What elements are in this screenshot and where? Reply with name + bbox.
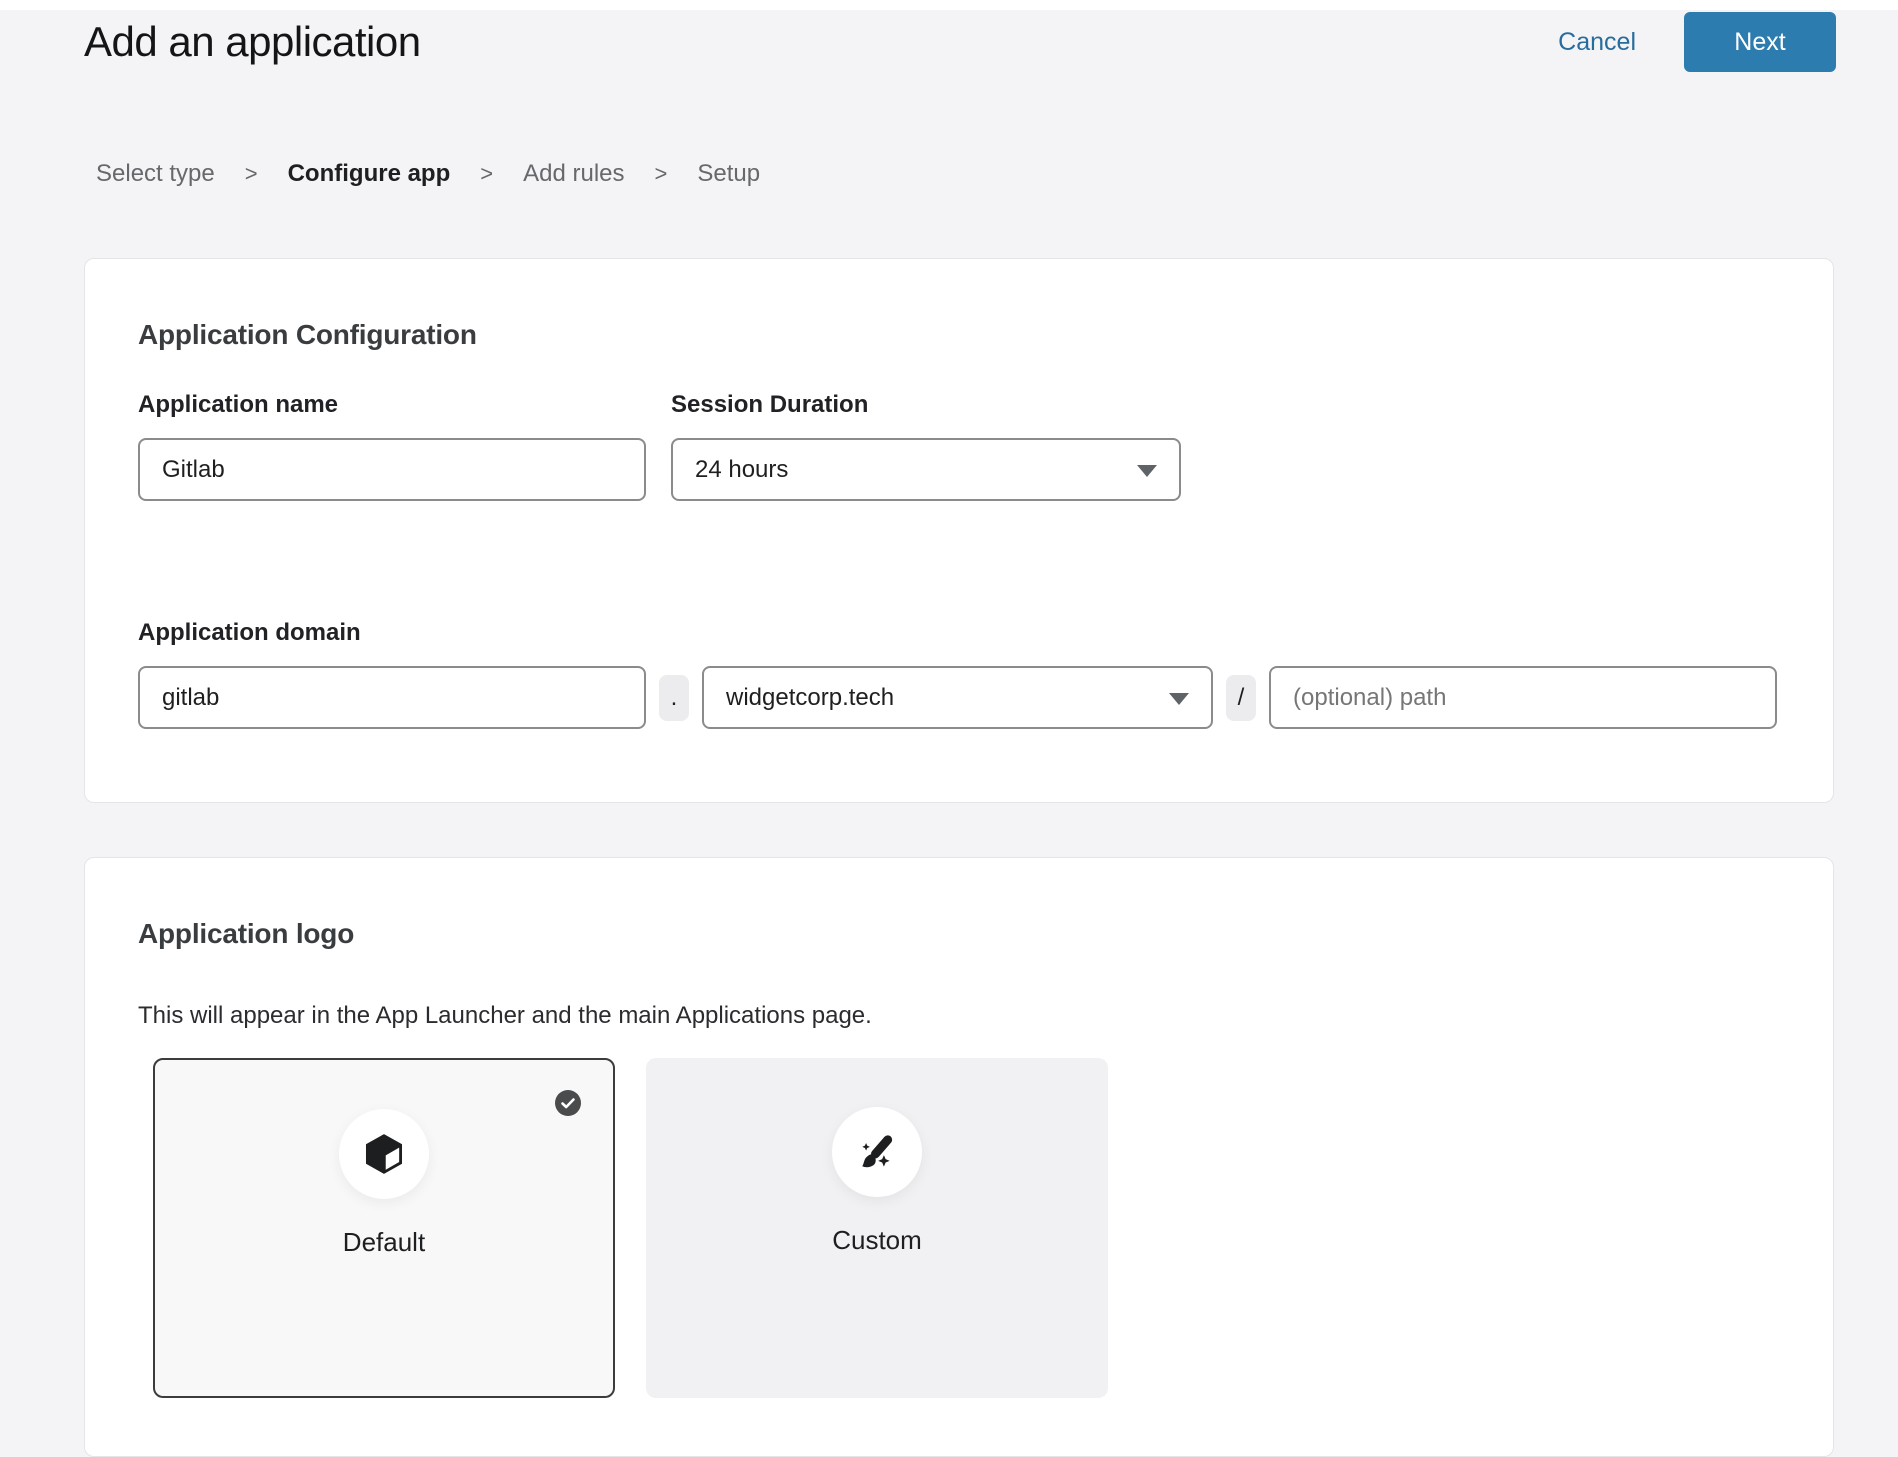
application-logo-heading: Application logo: [138, 918, 1780, 950]
breadcrumb-separator: >: [245, 161, 258, 187]
cancel-button[interactable]: Cancel: [1558, 28, 1636, 57]
paintbrush-icon: [854, 1129, 900, 1175]
session-duration-select[interactable]: 24 hours: [671, 438, 1181, 501]
logo-option-custom-label: Custom: [646, 1225, 1108, 1256]
application-configuration-card: Application Configuration Application na…: [84, 258, 1834, 803]
application-domain-row: . widgetcorp.tech /: [138, 666, 1780, 729]
breadcrumb-separator: >: [655, 161, 668, 187]
slash-separator-badge: /: [1226, 675, 1256, 721]
application-domain-label: Application domain: [138, 619, 1780, 647]
default-logo-circle: [339, 1109, 429, 1199]
application-name-input[interactable]: [138, 438, 646, 501]
logo-option-custom[interactable]: Custom: [646, 1058, 1108, 1398]
chevron-down-icon: [1137, 465, 1157, 477]
next-button[interactable]: Next: [1684, 12, 1836, 72]
session-duration-label: Session Duration: [671, 391, 1181, 419]
breadcrumb: Select type > Configure app > Add rules …: [96, 160, 760, 188]
page-top-strip: [0, 0, 1898, 10]
breadcrumb-step-select-type[interactable]: Select type: [96, 160, 215, 188]
logo-option-default[interactable]: Default: [153, 1058, 615, 1398]
application-configuration-heading: Application Configuration: [138, 319, 1780, 351]
custom-logo-circle: [832, 1107, 922, 1197]
breadcrumb-step-add-rules[interactable]: Add rules: [523, 160, 624, 188]
cube-icon: [361, 1131, 407, 1177]
session-duration-value: 24 hours: [695, 456, 788, 484]
header-actions: Cancel Next: [1558, 12, 1836, 72]
domain-select[interactable]: widgetcorp.tech: [702, 666, 1213, 729]
subdomain-input[interactable]: [138, 666, 646, 729]
path-input[interactable]: [1269, 666, 1777, 729]
application-logo-description: This will appear in the App Launcher and…: [138, 1002, 1780, 1030]
dot-separator-badge: .: [659, 675, 689, 721]
application-name-label: Application name: [138, 391, 646, 419]
application-logo-card: Application logo This will appear in the…: [84, 857, 1834, 1457]
page-header: Add an application Cancel Next: [0, 10, 1898, 90]
logo-options: Default Custom: [153, 1058, 1780, 1398]
breadcrumb-step-setup[interactable]: Setup: [697, 160, 760, 188]
breadcrumb-separator: >: [480, 161, 493, 187]
logo-option-default-label: Default: [155, 1227, 613, 1258]
chevron-down-icon: [1169, 693, 1189, 705]
check-icon: [555, 1090, 581, 1116]
page-title: Add an application: [84, 18, 421, 66]
domain-value: widgetcorp.tech: [726, 684, 894, 712]
breadcrumb-step-configure-app[interactable]: Configure app: [288, 160, 451, 188]
